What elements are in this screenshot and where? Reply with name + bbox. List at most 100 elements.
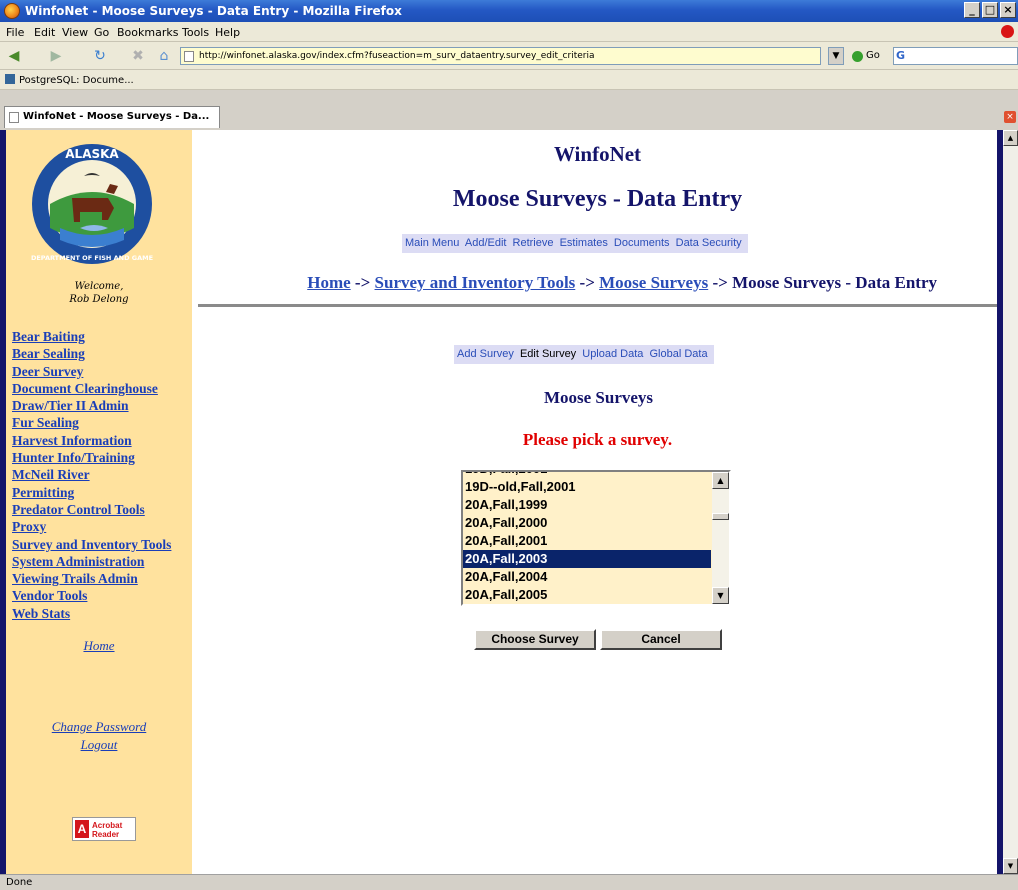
list-item[interactable]: 20A,Fall,2004 (463, 568, 711, 586)
sidebar-item-survey-inventory-tools[interactable]: Survey and Inventory Tools (12, 536, 171, 553)
maximize-icon[interactable]: □ (982, 2, 998, 18)
sidebar-item-hunter-info[interactable]: Hunter Info/Training (12, 449, 171, 466)
sub-menu-add-survey[interactable]: Add Survey (457, 348, 514, 360)
sidebar-item-deer-survey[interactable]: Deer Survey (12, 363, 171, 380)
adobe-icon: A (75, 820, 89, 838)
choose-survey-button[interactable]: Choose Survey (474, 629, 596, 650)
list-item[interactable]: 20A,Fall,2005 (463, 586, 711, 604)
menu-link-retrieve[interactable]: Retrieve (513, 237, 554, 249)
sidebar-item-permitting[interactable]: Permitting (12, 484, 171, 501)
sub-menu-upload-data[interactable]: Upload Data (582, 348, 643, 360)
forward-icon[interactable]: ▶ (48, 48, 64, 64)
logout-link[interactable]: Logout (6, 736, 192, 754)
tab-strip: WinfoNet - Moose Surveys - Da... × (0, 90, 1018, 130)
sidebar-item-web-stats[interactable]: Web Stats (12, 605, 171, 622)
menu-edit[interactable]: Edit (34, 26, 55, 39)
sidebar-item-proxy[interactable]: Proxy (12, 518, 171, 535)
menu-link-data-security[interactable]: Data Security (676, 237, 742, 249)
scroll-up-icon[interactable]: ▲ (1003, 130, 1018, 146)
stop-icon[interactable]: ✖ (130, 48, 146, 64)
url-dropdown-icon[interactable]: ▼ (828, 47, 844, 65)
tab-winfonet[interactable]: WinfoNet - Moose Surveys - Da... (4, 106, 220, 128)
sidebar-nav: Bear Baiting Bear Sealing Deer Survey Do… (12, 328, 171, 622)
close-icon[interactable]: × (1000, 2, 1016, 18)
throbber-icon (1001, 25, 1014, 38)
sub-menu-global-data[interactable]: Global Data (649, 348, 707, 360)
breadcrumb-separator: -> (708, 273, 733, 292)
user-name: Rob Delong (69, 294, 129, 305)
section-title: Moose Surveys (543, 388, 654, 407)
menu-link-main-menu[interactable]: Main Menu (405, 237, 459, 249)
menu-tools[interactable]: Tools (182, 26, 209, 39)
go-icon[interactable] (852, 51, 863, 62)
sidebar-item-viewing-trails-admin[interactable]: Viewing Trails Admin (12, 570, 171, 587)
sidebar-item-fur-sealing[interactable]: Fur Sealing (12, 414, 171, 431)
status-bar: Done (0, 874, 1018, 890)
sidebar-item-bear-baiting[interactable]: Bear Baiting (12, 328, 171, 345)
page-title: Moose Surveys - Data Entry (452, 186, 743, 212)
back-icon[interactable]: ◀ (6, 48, 22, 64)
minimize-icon[interactable]: _ (964, 2, 980, 18)
url-input[interactable]: http://winfonet.alaska.gov/index.cfm?fus… (180, 47, 821, 65)
sidebar-item-draw-tier-admin[interactable]: Draw/Tier II Admin (12, 397, 171, 414)
adfg-seal-logo: ALASKA DEPARTMENT OF FISH AND GAME (31, 144, 153, 264)
survey-listbox[interactable]: 19D,Fall,2001 19D--old,Fall,2001 20A,Fal… (461, 470, 731, 606)
scroll-down-icon[interactable]: ▼ (1003, 858, 1018, 874)
menu-help[interactable]: Help (215, 26, 240, 39)
survey-sub-menu: Add Survey Edit Survey Upload Data Globa… (454, 345, 714, 364)
main-content: WinfoNet Moose Surveys - Data Entry Main… (198, 130, 997, 874)
breadcrumb-survey-tools[interactable]: Survey and Inventory Tools (375, 273, 576, 292)
page-scrollbar[interactable]: ▲ ▼ (1003, 130, 1018, 874)
breadcrumb-separator: -> (350, 273, 375, 292)
window-titlebar: WinfoNet - Moose Surveys - Data Entry - … (0, 0, 1018, 22)
window-controls: _ □ × (964, 2, 1016, 18)
sub-menu-edit-survey[interactable]: Edit Survey (520, 348, 576, 360)
sidebar-item-bear-sealing[interactable]: Bear Sealing (12, 345, 171, 362)
home-icon[interactable]: ⌂ (156, 48, 172, 64)
list-item[interactable]: 19D--old,Fall,2001 (463, 478, 711, 496)
sidebar-item-system-administration[interactable]: System Administration (12, 553, 171, 570)
sidebar: ALASKA DEPARTMENT OF FISH AND GAME Welco… (6, 130, 192, 874)
tab-page-icon (9, 112, 19, 123)
list-item[interactable]: 20A,Fall,1999 (463, 496, 711, 514)
search-input[interactable]: G (893, 47, 1018, 65)
menu-go[interactable]: Go (94, 26, 109, 39)
listbox-scrollbar[interactable]: ▲ ▼ (712, 472, 729, 604)
go-button[interactable]: Go (866, 50, 880, 61)
sidebar-item-document-clearinghouse[interactable]: Document Clearinghouse (12, 380, 171, 397)
cancel-button[interactable]: Cancel (600, 629, 722, 650)
navigation-toolbar: ◀ ▶ ↻ ✖ ⌂ http://winfonet.alaska.gov/ind… (0, 42, 1018, 70)
menu-link-documents[interactable]: Documents (614, 237, 670, 249)
menu-bookmarks[interactable]: Bookmarks (117, 26, 178, 39)
sidebar-home-link[interactable]: Home (83, 638, 114, 653)
menu-file[interactable]: File (6, 26, 24, 39)
welcome-line: Welcome, (74, 281, 124, 292)
list-item[interactable]: 19D,Fall,2001 (463, 472, 711, 478)
breadcrumb-moose-surveys[interactable]: Moose Surveys (599, 273, 708, 292)
list-item-selected[interactable]: 20A,Fall,2003 (463, 550, 711, 568)
reload-icon[interactable]: ↻ (92, 48, 108, 64)
change-password-link[interactable]: Change Password (6, 718, 192, 736)
top-menu: Main Menu Add/Edit Retrieve Estimates Do… (402, 234, 748, 253)
sidebar-item-predator-control[interactable]: Predator Control Tools (12, 501, 171, 518)
sidebar-item-vendor-tools[interactable]: Vendor Tools (12, 587, 171, 604)
bookmark-label: PostgreSQL: Docume... (19, 75, 134, 86)
seal-top-text: ALASKA (65, 147, 119, 161)
breadcrumb: Home -> Survey and Inventory Tools -> Mo… (198, 273, 997, 293)
scrollbar-thumb[interactable] (712, 513, 729, 520)
bookmark-postgresql[interactable]: PostgreSQL: Docume... (5, 74, 134, 86)
close-tab-icon[interactable]: × (1004, 111, 1016, 123)
list-item[interactable]: 20A,Fall,2000 (463, 514, 711, 532)
scroll-down-icon[interactable]: ▼ (712, 587, 729, 604)
sidebar-item-harvest-information[interactable]: Harvest Information (12, 432, 171, 449)
breadcrumb-home[interactable]: Home (307, 273, 350, 292)
menu-link-estimates[interactable]: Estimates (560, 237, 608, 249)
sidebar-item-mcneil-river[interactable]: McNeil River (12, 466, 171, 483)
acrobat-reader-badge[interactable]: A Acrobat Reader (72, 817, 136, 841)
list-item[interactable]: 20A,Fall,2001 (463, 532, 711, 550)
menu-view[interactable]: View (62, 26, 88, 39)
menu-link-add-edit[interactable]: Add/Edit (465, 237, 507, 249)
welcome-message: Welcome, Rob Delong (6, 280, 192, 306)
scroll-up-icon[interactable]: ▲ (712, 472, 729, 489)
instruction-prompt: Please pick a survey. (522, 430, 673, 449)
